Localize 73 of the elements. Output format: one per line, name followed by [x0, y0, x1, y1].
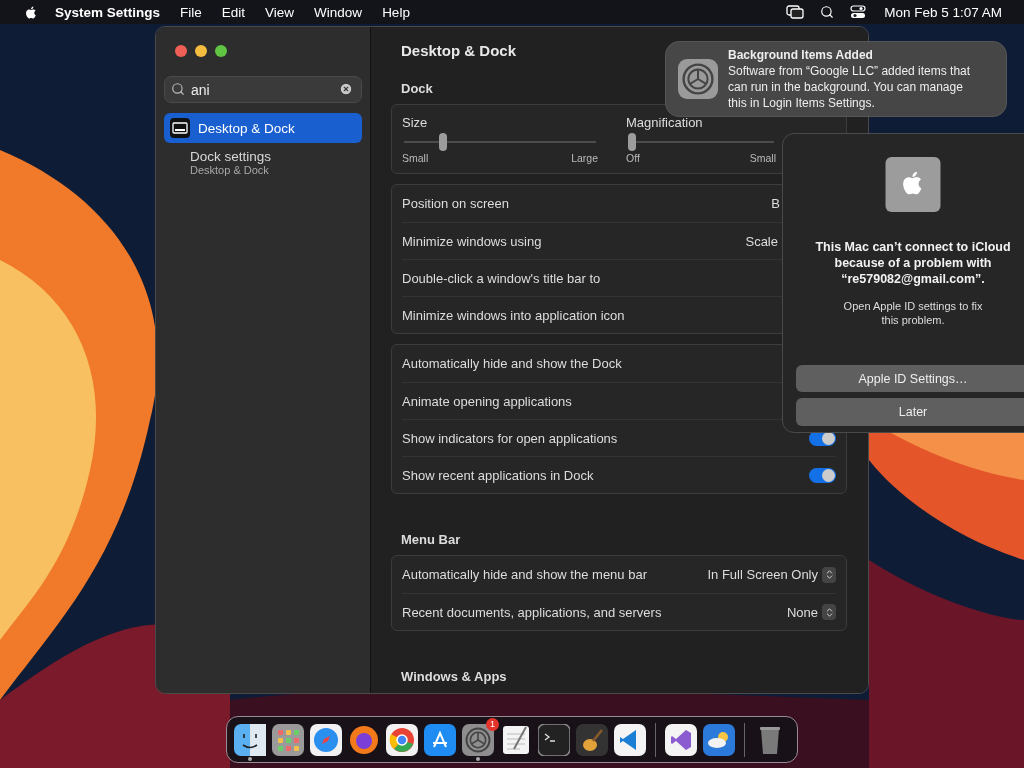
slider-label: Magnification	[626, 115, 704, 130]
app-icon[interactable]	[614, 723, 646, 756]
menu-item[interactable]: Window	[304, 4, 373, 20]
menu-item[interactable]: Edit	[211, 4, 256, 20]
section-heading: Windows & Apps	[401, 669, 507, 684]
dialog-button[interactable]: Later	[796, 398, 1024, 426]
setting-value[interactable]: B	[771, 196, 780, 211]
search-field[interactable]: ani	[164, 76, 362, 103]
menu-clock[interactable]: Mon Feb 5 1:07 AM	[874, 4, 1012, 20]
apple-logo-icon	[885, 157, 941, 212]
setting-label: Double-click a window's title bar to	[402, 270, 602, 286]
slider-tick-label: Large	[571, 152, 598, 164]
menu-item[interactable]: Help	[372, 4, 420, 20]
toggle-switch[interactable]	[809, 467, 836, 483]
sidebar-item-label: Dock settings	[190, 149, 272, 164]
zoom-button[interactable]	[215, 45, 227, 57]
setting-label: Animate opening applications	[402, 393, 573, 409]
app-icon[interactable]	[703, 723, 735, 756]
sidebar-item-label: Desktop & Dock	[198, 120, 295, 136]
setting-label: Automatically hide and show the Dock	[402, 356, 623, 371]
slider-tick-label: Small	[749, 152, 776, 164]
minimize-button[interactable]	[195, 45, 207, 57]
setting-value[interactable]: Scale	[745, 233, 778, 249]
setting-label: Position on screen	[402, 196, 510, 211]
setting-label: Automatically hide and show the menu bar	[402, 567, 648, 582]
notification-title: Background Items Added	[728, 47, 874, 63]
search-icon	[171, 82, 185, 96]
setting-label: Recent documents, applications, and servers	[402, 604, 663, 620]
slider-label: Size	[402, 115, 429, 130]
screen-mirroring-icon[interactable]	[786, 5, 805, 19]
slider-thumb[interactable]	[438, 133, 447, 151]
dialog-button[interactable]: Apple ID Settings…	[796, 364, 1024, 393]
menu-item[interactable]: File	[170, 4, 212, 20]
sidebar-item[interactable]: Desktop & Dock	[164, 113, 362, 143]
slider-tick-label: Off	[626, 152, 640, 164]
slider-tick-label: Small	[402, 152, 429, 164]
control-center-icon[interactable]	[850, 5, 867, 19]
popup-button[interactable]: In Full Screen Only	[707, 566, 836, 583]
sidebar-item-subtitle: Desktop & Dock	[190, 164, 270, 176]
app-icon[interactable]	[272, 723, 304, 756]
app-icon[interactable]	[576, 723, 608, 756]
app-icon[interactable]	[500, 723, 532, 756]
setting-label: Show recent applications in Dock	[402, 467, 595, 483]
app-icon[interactable]	[234, 723, 266, 756]
dock-icon	[170, 118, 190, 138]
popup-button[interactable]: None	[786, 604, 836, 620]
gear-icon[interactable]	[462, 723, 494, 756]
app-icon[interactable]	[386, 723, 418, 756]
app-icon[interactable]	[424, 723, 456, 756]
dialog-message: Open Apple ID settings to fix this problem.	[842, 298, 984, 327]
section-heading: Menu Bar	[401, 532, 461, 547]
notification-badge: 1	[486, 717, 499, 731]
app-icon[interactable]	[538, 723, 570, 756]
setting-label: Show indicators for open applications	[402, 430, 619, 446]
apple-menu-icon[interactable]	[24, 4, 39, 20]
pane-title: Desktop & Dock	[401, 42, 517, 59]
setting-label: Minimize windows into application icon	[402, 307, 626, 323]
setting-label: Minimize windows using	[402, 233, 543, 249]
notification-body: Software from “Google LLC” added items that can run in the background. You can manage this in Login Items Settings.	[728, 63, 972, 111]
search-icon[interactable]	[820, 5, 835, 19]
menu-item[interactable]: View	[255, 4, 305, 20]
close-button[interactable]	[175, 45, 187, 57]
clear-search-icon[interactable]	[339, 82, 353, 96]
section-heading: Dock	[401, 81, 433, 96]
slider-thumb[interactable]	[628, 133, 636, 151]
app-icon[interactable]	[310, 723, 342, 756]
dialog-title: This Mac can’t connect to iCloud because of a problem with “re579082@gmail.com”.	[814, 238, 1012, 287]
sidebar-item[interactable]: Dock settings Desktop & Dock	[164, 143, 362, 180]
app-icon[interactable]	[665, 723, 697, 756]
app-menu[interactable]: System Settings	[45, 4, 171, 20]
app-icon[interactable]	[348, 723, 380, 756]
gear-icon	[678, 59, 718, 99]
notification-banner[interactable]: Background Items Added Software from “Google LLC” added items that can run in the background. You can manage this in Login Items Settings.	[665, 41, 1007, 117]
